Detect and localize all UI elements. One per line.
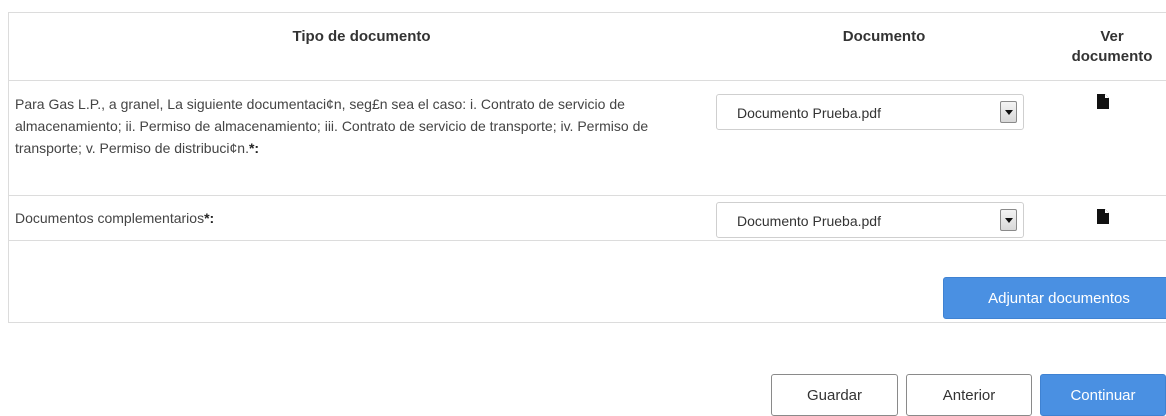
file-icon[interactable] (1097, 209, 1109, 224)
description-text: Para Gas L.P., a granel, La siguiente do… (15, 96, 649, 156)
guardar-button[interactable]: Guardar (771, 374, 898, 416)
file-icon[interactable] (1097, 94, 1109, 109)
adjuntar-documentos-button[interactable]: Adjuntar documentos (943, 277, 1166, 319)
document-type-description: Para Gas L.P., a granel, La siguiente do… (15, 93, 705, 159)
document-select[interactable]: Documento Prueba.pdf (716, 94, 1024, 130)
description-text: Documentos complementarios (15, 210, 205, 226)
header-ver-documento: Ver documento (1054, 27, 1166, 67)
required-mark: *: (204, 210, 215, 226)
table-row: Documentos complementarios*: Documento P… (9, 196, 1166, 241)
header-tipo-documento: Tipo de documento (292, 28, 431, 45)
chevron-down-icon[interactable] (1000, 209, 1017, 231)
anterior-button[interactable]: Anterior (906, 374, 1032, 416)
table-row: Para Gas L.P., a granel, La siguiente do… (9, 81, 1166, 196)
table-header: Tipo de documento Documento Ver document… (9, 13, 1166, 81)
required-mark: *: (248, 140, 260, 156)
document-select-value: Documento Prueba.pdf (737, 213, 881, 229)
continuar-button[interactable]: Continuar (1040, 374, 1166, 416)
chevron-down-icon[interactable] (1000, 101, 1017, 123)
document-select-value: Documento Prueba.pdf (737, 105, 881, 121)
document-select[interactable]: Documento Prueba.pdf (716, 202, 1024, 238)
document-type-description: Documentos complementarios*: (15, 207, 705, 229)
header-ver-line1: Ver (1100, 28, 1124, 45)
table-actions-row: Adjuntar documentos (9, 241, 1166, 323)
header-documento: Documento (842, 28, 926, 45)
documents-table: Tipo de documento Documento Ver document… (8, 12, 1166, 323)
header-ver-line2: documento (1071, 48, 1153, 65)
